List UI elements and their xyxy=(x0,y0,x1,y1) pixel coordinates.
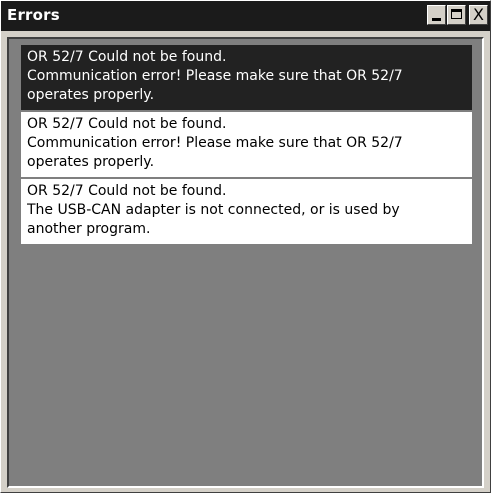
error-title: OR 52/7 Could not be found. xyxy=(27,183,227,199)
error-message-cont: another program. xyxy=(27,221,151,237)
error-message: Communication error! Please make sure th… xyxy=(27,68,403,84)
error-message-cont: operates properly. xyxy=(27,154,155,170)
error-message: Communication error! Please make sure th… xyxy=(27,135,403,151)
minimize-button[interactable] xyxy=(427,5,446,25)
error-title: OR 52/7 Could not be found. xyxy=(27,49,227,65)
close-button[interactable]: X xyxy=(469,5,488,25)
title-bar[interactable]: Errors X xyxy=(1,1,490,31)
close-icon: X xyxy=(473,5,484,24)
maximize-button[interactable] xyxy=(447,5,466,25)
errors-window: Errors X OR 52/7 Could not be found. Com… xyxy=(0,0,491,493)
title-bar-buttons: X xyxy=(426,5,488,25)
window-title: Errors xyxy=(7,6,60,24)
error-list-item-3[interactable]: OR 52/7 Could not be found. The USB-CAN … xyxy=(21,179,472,246)
error-list-item-2[interactable]: OR 52/7 Could not be found. Communicatio… xyxy=(21,112,472,179)
error-list-item-1[interactable]: OR 52/7 Could not be found. Communicatio… xyxy=(21,45,472,112)
error-title: OR 52/7 Could not be found. xyxy=(27,116,227,132)
maximize-icon xyxy=(451,9,462,19)
error-message-cont: operates properly. xyxy=(27,87,155,103)
error-list: OR 52/7 Could not be found. Communicatio… xyxy=(21,45,472,246)
minimize-icon xyxy=(432,18,441,21)
error-list-panel[interactable]: OR 52/7 Could not be found. Communicatio… xyxy=(7,37,484,488)
error-message: The USB-CAN adapter is not connected, or… xyxy=(27,202,400,218)
